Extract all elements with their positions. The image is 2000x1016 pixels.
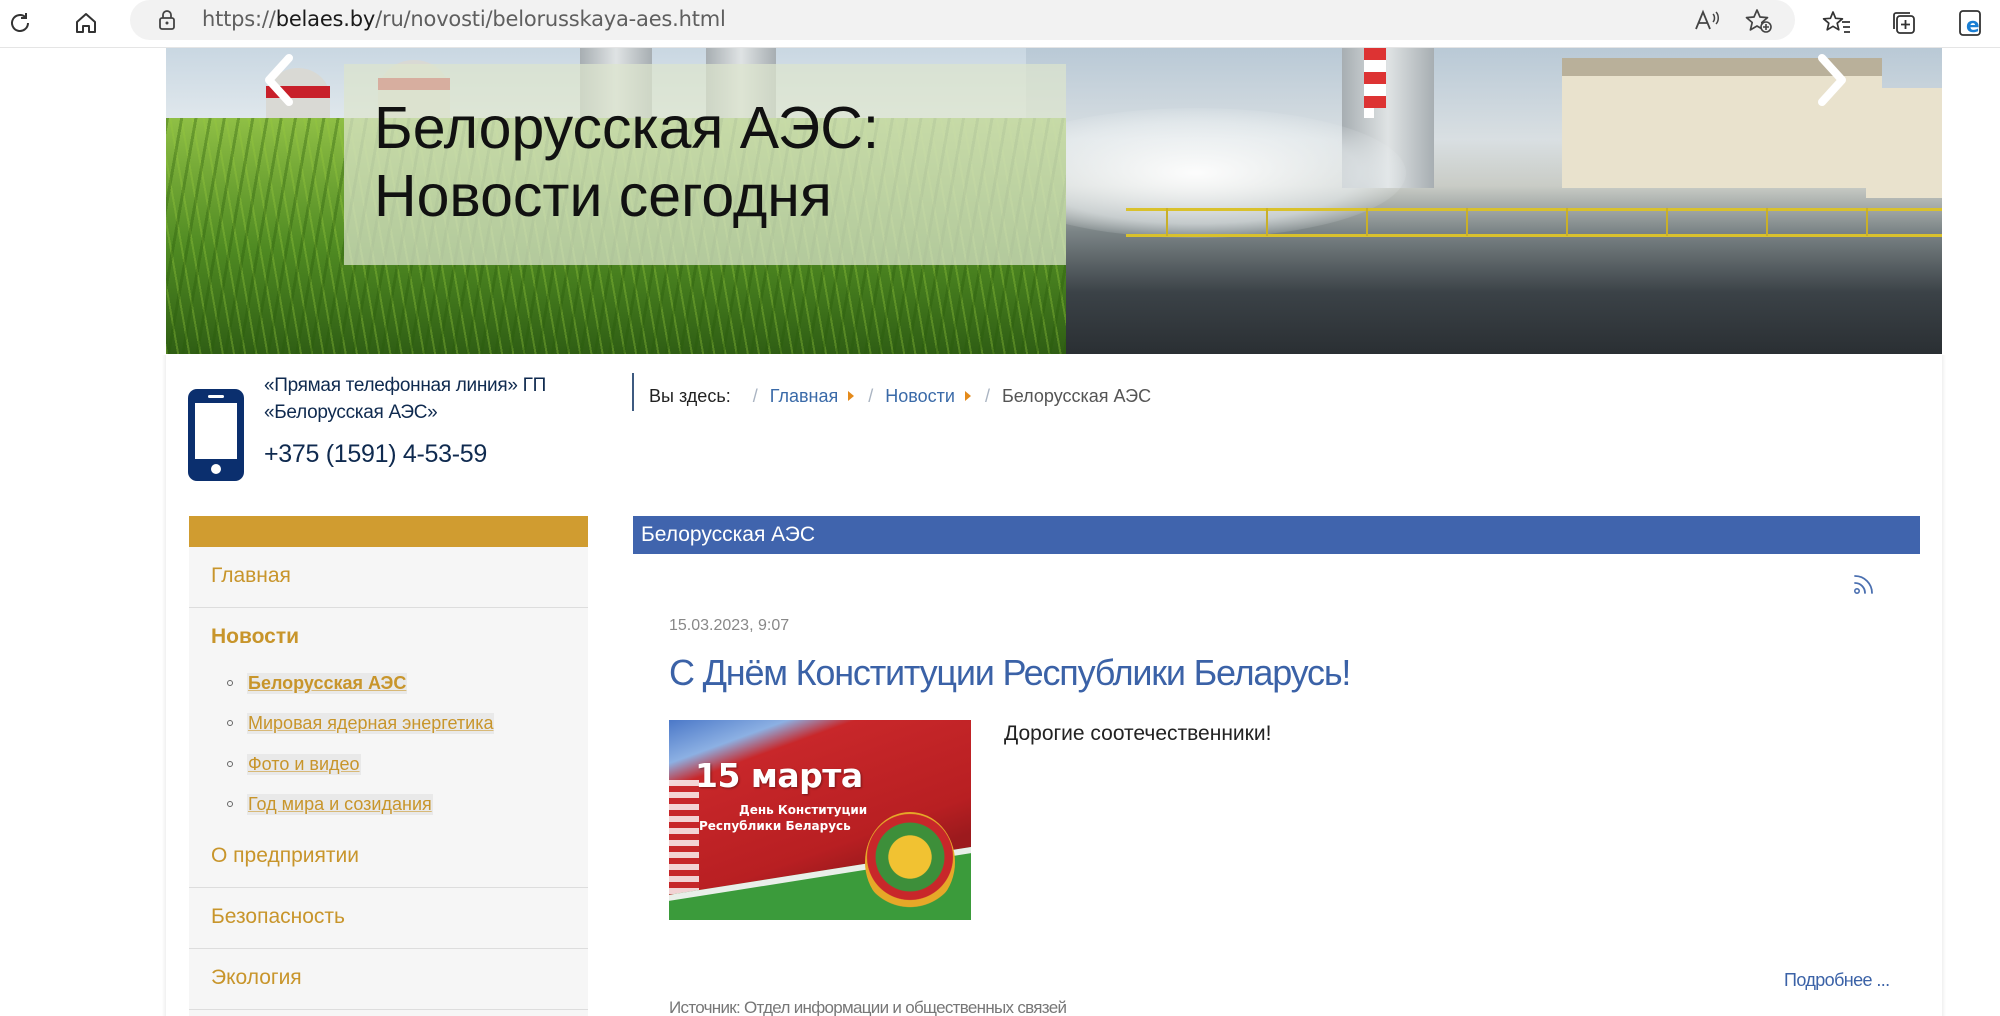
railing-post	[1366, 208, 1368, 236]
submenu-item-label: Год мира и созидания	[247, 793, 433, 815]
news-image-caption: Республики Беларусь	[699, 819, 851, 833]
breadcrumb-arrow-icon	[964, 391, 971, 401]
sidebar-item-label: Безопасность	[211, 905, 345, 928]
mobile-phone-icon	[188, 389, 244, 481]
railing-post	[1666, 208, 1668, 236]
page-shadow-right	[1942, 355, 1946, 1016]
state-emblem	[865, 812, 955, 912]
breadcrumb-separator: /	[752, 385, 758, 406]
sidebar-item-safety[interactable]: Безопасность	[189, 888, 588, 949]
breadcrumb-divider	[632, 373, 634, 411]
lock-icon	[158, 10, 176, 35]
banner-prev-button[interactable]	[258, 50, 298, 110]
news-image-caption: 15 марта	[695, 756, 863, 795]
bullet-icon	[227, 680, 233, 686]
submenu-item-year-of-peace[interactable]: Год мира и созидания	[227, 789, 433, 819]
news-date: 15.03.2023, 9:07	[669, 617, 790, 634]
breadcrumb: Вы здесь: / Главная / Новости / Белорусс…	[649, 382, 1151, 410]
banner-title-line: Белорусская АЭС:	[374, 95, 880, 161]
ie-mode-button[interactable]: e	[1952, 3, 1992, 43]
refresh-icon	[11, 13, 29, 32]
breadcrumb-link-news[interactable]: Новости	[885, 386, 955, 407]
sidebar-submenu: Белорусская АЭС Мировая ядерная энергети…	[189, 668, 588, 827]
svg-text:e: e	[1966, 13, 1980, 37]
address-bar[interactable]: https://belaes.by/ru/novosti/belorusskay…	[130, 0, 1795, 40]
railing	[1126, 208, 1942, 211]
url-text[interactable]: https://belaes.by/ru/novosti/belorusskay…	[202, 7, 726, 31]
breadcrumb-separator: /	[984, 385, 990, 406]
breadcrumb-link-home[interactable]: Главная	[770, 386, 839, 407]
section-header: Белорусская АЭС	[633, 516, 1920, 554]
favorites-icon	[1822, 11, 1850, 33]
home-button[interactable]	[66, 3, 106, 43]
news-title-link[interactable]: С Днём Конституции Республики Беларусь!	[669, 652, 1351, 694]
submenu-item-world-nuclear[interactable]: Мировая ядерная энергетика	[227, 708, 495, 738]
submenu-item-label: Белорусская АЭС	[247, 672, 408, 694]
bullet-icon	[227, 720, 233, 726]
railing-post	[1266, 208, 1268, 236]
banner-title: Белорусская АЭС: Новости сегодня	[374, 94, 879, 230]
rss-icon	[1853, 575, 1873, 594]
submenu-item-label: Фото и видео	[247, 753, 361, 775]
submenu-item-photo-video[interactable]: Фото и видео	[227, 749, 361, 779]
breadcrumb-current: Белорусская АЭС	[1001, 385, 1152, 406]
railing-post	[1566, 208, 1568, 236]
chevron-left-icon	[265, 54, 293, 106]
breadcrumb-arrow-icon	[848, 391, 855, 401]
bullet-icon	[227, 761, 233, 767]
star-add-icon	[1745, 9, 1772, 33]
hotline-label-line: «Белорусская АЭС»	[264, 402, 438, 423]
add-favorite-button[interactable]	[1742, 4, 1776, 38]
refresh-button[interactable]	[0, 3, 40, 43]
collections-button[interactable]	[1884, 3, 1924, 43]
news-intro: Дорогие соотечественники!	[1004, 722, 1272, 745]
banner-next-button[interactable]	[1813, 50, 1853, 110]
news-image[interactable]: 15 марта День Конституции Республики Бел…	[669, 720, 971, 920]
sidebar-item-ecology[interactable]: Экология	[189, 949, 588, 1010]
sidebar-item-news[interactable]: Новости	[189, 608, 588, 669]
read-aloud-icon	[1695, 9, 1719, 30]
hotline-label-line: «Прямая телефонная линия» ГП	[264, 375, 546, 396]
railing-post	[1166, 208, 1168, 236]
news-image-caption: День Конституции	[739, 803, 868, 817]
read-more-link[interactable]: Подробнее ...	[1784, 970, 1890, 991]
url-path: /ru/novosti/belorusskaya-aes.html	[375, 7, 726, 31]
sidebar-item-label: Экология	[211, 966, 302, 989]
favorites-button[interactable]	[1817, 3, 1857, 43]
sidebar-item-label: Новости	[211, 625, 300, 648]
sidebar-item-label: Главная	[211, 564, 291, 587]
rss-button[interactable]	[1852, 572, 1876, 596]
submenu-item-belarus-npp[interactable]: Белорусская АЭС	[227, 668, 408, 698]
sidebar-item-about[interactable]: О предприятии	[189, 827, 588, 888]
browser-toolbar: https://belaes.by/ru/novosti/belorusskay…	[0, 0, 2000, 48]
chevron-right-icon	[1818, 54, 1846, 106]
read-aloud-button[interactable]	[1690, 4, 1724, 38]
sidebar-header-bar	[189, 516, 588, 547]
ie-mode-icon: e	[1959, 10, 1981, 37]
section-title: Белорусская АЭС	[641, 523, 815, 546]
submenu-item-label: Мировая ядерная энергетика	[247, 712, 495, 734]
railing-post	[1466, 208, 1468, 236]
breadcrumb-separator: /	[868, 385, 874, 406]
news-source: Источник: Отдел информации и общественны…	[669, 998, 1067, 1016]
sidebar-item-home[interactable]: Главная	[189, 547, 588, 608]
stack	[1368, 48, 1380, 108]
railing-post	[1866, 208, 1868, 236]
banner-title-line: Новости сегодня	[374, 163, 832, 229]
breadcrumb-prefix: Вы здесь:	[649, 385, 731, 406]
page-shadow-left	[162, 355, 166, 1016]
hotline-label: «Прямая телефонная линия» ГП «Белорусска…	[264, 372, 594, 426]
hotline-phone-number[interactable]: +375 (1591) 4-53-59	[264, 440, 487, 469]
railing-post	[1766, 208, 1768, 236]
home-icon	[76, 13, 96, 33]
railing	[1126, 234, 1942, 237]
sidebar-item-label: О предприятии	[211, 844, 359, 867]
side-building	[1866, 88, 1942, 198]
collections-icon	[1893, 12, 1915, 34]
url-scheme: https://	[202, 7, 276, 31]
bullet-icon	[227, 801, 233, 807]
url-domain: belaes.by	[275, 7, 376, 31]
